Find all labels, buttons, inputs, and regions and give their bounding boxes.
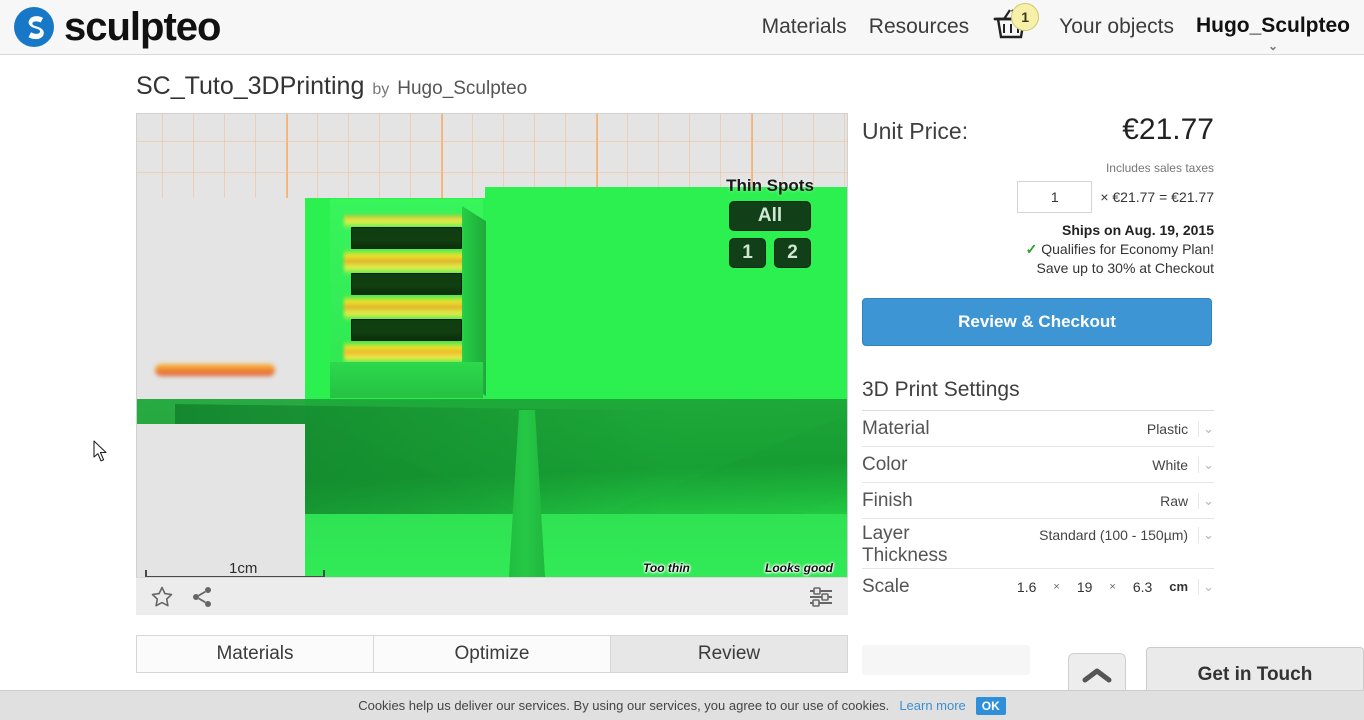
save-note: Save up to 30% at Checkout [1036, 260, 1214, 276]
cart-badge: 1 [1011, 3, 1040, 31]
setting-layer-thickness-label: Layer Thickness [862, 523, 948, 566]
setting-color-value: White [1152, 456, 1189, 473]
chevron-down-icon[interactable]: ⌄ [1198, 492, 1214, 509]
cookie-ok-button[interactable]: OK [975, 696, 1006, 715]
basket-icon [991, 9, 1031, 49]
setting-material-value: Plastic [1146, 420, 1189, 437]
thin-spots-panel: Thin Spots All 1 2 [711, 176, 829, 268]
price-calculation: × €21.77 = €21.77 [1100, 189, 1214, 205]
setting-finish-label: Finish [862, 489, 913, 511]
brand-logo-link[interactable]: sculpteo [12, 5, 221, 49]
object-title: SC_Tuto_3DPrinting [136, 72, 365, 100]
cart-button[interactable]: 1 [991, 3, 1040, 49]
scale-multiply-icon: × [1053, 580, 1060, 593]
cookie-banner: Cookies help us deliver our services. By… [0, 690, 1364, 720]
thin-spots-button-2[interactable]: 2 [774, 238, 811, 268]
viewer-toolbar [136, 577, 848, 615]
cookie-text: Cookies help us deliver our services. By… [358, 698, 890, 713]
user-menu-label: Hugo_Sculpteo [1195, 14, 1350, 37]
setting-scale-label: Scale [862, 575, 910, 597]
workflow-tabs: Materials Optimize Review [136, 635, 848, 673]
scale-label-cm: 1cm [229, 560, 258, 577]
object-author[interactable]: Hugo_Sculpteo [397, 78, 527, 100]
setting-material-label: Material [862, 417, 930, 439]
main-nav: Materials Resources 1 Your objects Hugo_… [762, 3, 1350, 53]
chevron-down-icon[interactable]: ⌄ [1198, 527, 1214, 543]
price-row: Unit Price: €21.77 [862, 113, 1214, 147]
share-icon[interactable] [190, 585, 214, 609]
print-settings-title: 3D Print Settings [862, 378, 1214, 411]
chevron-down-icon[interactable]: ⌄ [1198, 420, 1214, 437]
chevron-down-icon[interactable]: ⌄ [1198, 456, 1214, 473]
thin-spots-all-button[interactable]: All [729, 201, 811, 231]
check-icon: ✓ [1025, 241, 1038, 257]
mouse-cursor [93, 440, 109, 469]
includes-taxes-note: Includes sales taxes [1105, 161, 1214, 175]
nav-resources[interactable]: Resources [869, 15, 969, 39]
setting-material[interactable]: Material Plastic ⌄ [862, 411, 1214, 447]
setting-color[interactable]: Color White ⌄ [862, 447, 1214, 483]
setting-layer-thickness-value: Standard (100 - 150µm) [1039, 527, 1189, 543]
tab-review[interactable]: Review [610, 635, 848, 673]
chevron-down-icon: ⌄ [1267, 39, 1279, 53]
unit-price-value: €21.77 [1122, 113, 1214, 146]
economy-plan-note: ✓ Qualifies for Economy Plan! [862, 241, 1214, 258]
thin-spots-title: Thin Spots [726, 176, 814, 195]
review-checkout-button[interactable]: Review & Checkout [862, 298, 1212, 346]
scale-multiply-icon: × [1109, 580, 1116, 593]
tab-materials[interactable]: Materials [136, 635, 374, 673]
quantity-input[interactable] [1017, 181, 1093, 213]
panel-placeholder [862, 645, 1030, 675]
product-panel: Unit Price: €21.77 Includes sales taxes … [862, 113, 1214, 605]
tab-optimize[interactable]: Optimize [373, 635, 611, 673]
sliders-icon[interactable] [808, 586, 834, 608]
nav-your-objects[interactable]: Your objects [1059, 15, 1174, 39]
quantity-row: × €21.77 = €21.77 [862, 181, 1214, 213]
setting-layer-thickness[interactable]: Layer Thickness Standard (100 - 150µm) ⌄ [862, 519, 1214, 569]
star-icon[interactable] [150, 585, 174, 609]
site-header: sculpteo Materials Resources 1 Your obje… [0, 0, 1364, 55]
chevron-up-icon [1082, 666, 1112, 689]
setting-scale[interactable]: Scale 1.6 × 19 × 6.3 cm ⌄ [862, 569, 1214, 605]
scale-y-value[interactable]: 19 [1077, 579, 1093, 595]
scale-z-value[interactable]: 6.3 [1133, 579, 1152, 595]
setting-finish[interactable]: Finish Raw ⌄ [862, 483, 1214, 519]
scale-x-value[interactable]: 1.6 [1017, 579, 1036, 595]
user-menu[interactable]: Hugo_Sculpteo ⌄ [1195, 14, 1350, 53]
thin-spots-button-1[interactable]: 1 [729, 238, 766, 268]
setting-finish-value: Raw [1160, 492, 1189, 509]
brand-name: sculpteo [64, 5, 221, 49]
legend-label-too-thin: Too thin [643, 561, 690, 575]
legend-label-looks-good: Looks good [765, 561, 833, 575]
ship-date: Ships on Aug. 19, 2015 [1062, 222, 1214, 238]
chevron-down-icon[interactable]: ⌄ [1198, 578, 1214, 595]
cookie-learn-more-link[interactable]: Learn more [899, 698, 965, 713]
setting-color-label: Color [862, 453, 908, 475]
3d-viewer[interactable]: Thin Spots All 1 2 1cm 500mil Too thin L… [136, 113, 848, 615]
by-label: by [372, 81, 390, 98]
unit-price-label: Unit Price: [862, 118, 969, 144]
page-title: SC_Tuto_3DPrinting by Hugo_Sculpteo [136, 72, 527, 101]
economy-plan-label: Qualifies for Economy Plan! [1041, 241, 1214, 257]
sculpteo-s-logo-icon [12, 5, 56, 49]
scale-unit: cm [1169, 579, 1189, 595]
nav-materials[interactable]: Materials [762, 15, 847, 39]
